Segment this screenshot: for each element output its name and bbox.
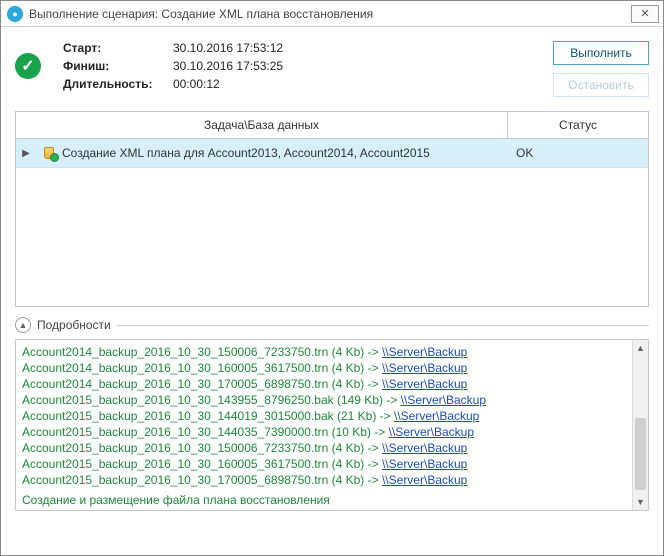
database-ok-icon	[42, 145, 58, 161]
log-line: Account2015_backup_2016_10_30_143955_879…	[22, 392, 626, 408]
log-destination-link[interactable]: \\Server\Backup	[394, 409, 479, 423]
app-icon: ●	[7, 6, 23, 22]
log-destination-link[interactable]: \\Server\Backup	[382, 361, 467, 375]
scroll-up-button[interactable]: ▲	[633, 340, 648, 356]
titlebar[interactable]: ● Выполнение сценария: Создание XML план…	[1, 1, 663, 27]
scroll-thumb[interactable]	[635, 418, 646, 490]
action-buttons: Выполнить Остановить	[553, 41, 649, 97]
window-title: Выполнение сценария: Создание XML плана …	[29, 7, 631, 21]
log-panel: Account2014_backup_2016_10_30_150006_723…	[15, 339, 649, 511]
log-line: Account2015_backup_2016_10_30_150006_723…	[22, 440, 626, 456]
details-label: Подробности	[37, 318, 111, 332]
duration-label: Длительность:	[63, 77, 173, 91]
log-line: Account2015_backup_2016_10_30_144019_301…	[22, 408, 626, 424]
finish-value: 30.10.2016 17:53:25	[173, 59, 373, 73]
stop-button: Остановить	[553, 73, 649, 97]
log-line: Account2014_backup_2016_10_30_170005_689…	[22, 376, 626, 392]
task-grid: Задача\База данных Статус ▶ Создание XML…	[15, 111, 649, 307]
content-area: ✓ Старт: 30.10.2016 17:53:12 Финиш: 30.1…	[1, 27, 663, 555]
log-line: Account2014_backup_2016_10_30_160005_361…	[22, 360, 626, 376]
log-destination-link[interactable]: \\Server\Backup	[183, 509, 268, 510]
table-row[interactable]: ▶ Создание XML плана для Account2013, Ac…	[16, 139, 648, 168]
log-destination-link[interactable]: \\Server\Backup	[382, 377, 467, 391]
details-rule	[117, 325, 649, 326]
row-task-cell: Создание XML плана для Account2013, Acco…	[36, 139, 508, 167]
log-scrollbar[interactable]: ▲ ▼	[632, 340, 648, 510]
collapse-up-icon: ▲	[15, 317, 31, 333]
execute-button[interactable]: Выполнить	[553, 41, 649, 65]
success-icon: ✓	[15, 53, 41, 79]
scroll-down-button[interactable]: ▼	[633, 494, 648, 510]
dialog-window: ● Выполнение сценария: Создание XML план…	[0, 0, 664, 556]
column-header-status[interactable]: Статус	[508, 112, 648, 138]
finish-label: Финиш:	[63, 59, 173, 73]
log-destination-link[interactable]: \\Server\Backup	[382, 345, 467, 359]
start-label: Старт:	[63, 41, 173, 55]
row-task-text: Создание XML плана для Account2013, Acco…	[62, 146, 430, 160]
grid-body: ▶ Создание XML плана для Account2013, Ac…	[16, 139, 648, 306]
log-line: Account2014_backup_2016_10_30_150006_723…	[22, 344, 626, 360]
log-text-area[interactable]: Account2014_backup_2016_10_30_150006_723…	[16, 340, 632, 510]
log-line: Account2015_backup_2016_10_30_144035_739…	[22, 424, 626, 440]
details-toggle[interactable]: ▲ Подробности	[15, 317, 649, 333]
close-button[interactable]: ✕	[631, 5, 659, 23]
log-destination-link[interactable]: \\Server\Backup	[382, 473, 467, 487]
log-line: Account2015_backup_2016_10_30_170005_689…	[22, 472, 626, 488]
log-destination-link[interactable]: \\Server\Backup	[382, 441, 467, 455]
column-header-task[interactable]: Задача\База данных	[16, 112, 508, 138]
summary-table: Старт: 30.10.2016 17:53:12 Финиш: 30.10.…	[63, 41, 373, 91]
log-line: RestorationPlan.xml (8 Kb) -> \\Server\B…	[22, 508, 626, 510]
log-destination-link[interactable]: \\Server\Backup	[401, 393, 486, 407]
grid-header: Задача\База данных Статус	[16, 112, 648, 139]
duration-value: 00:00:12	[173, 77, 373, 91]
row-indicator-icon: ▶	[16, 148, 36, 159]
log-line: Создание и размещение файла плана восста…	[22, 492, 626, 508]
log-line: Account2015_backup_2016_10_30_160005_361…	[22, 456, 626, 472]
log-destination-link[interactable]: \\Server\Backup	[382, 457, 467, 471]
row-status-cell: OK	[508, 140, 648, 166]
start-value: 30.10.2016 17:53:12	[173, 41, 373, 55]
log-destination-link[interactable]: \\Server\Backup	[389, 425, 474, 439]
summary-row: ✓ Старт: 30.10.2016 17:53:12 Финиш: 30.1…	[15, 41, 649, 97]
